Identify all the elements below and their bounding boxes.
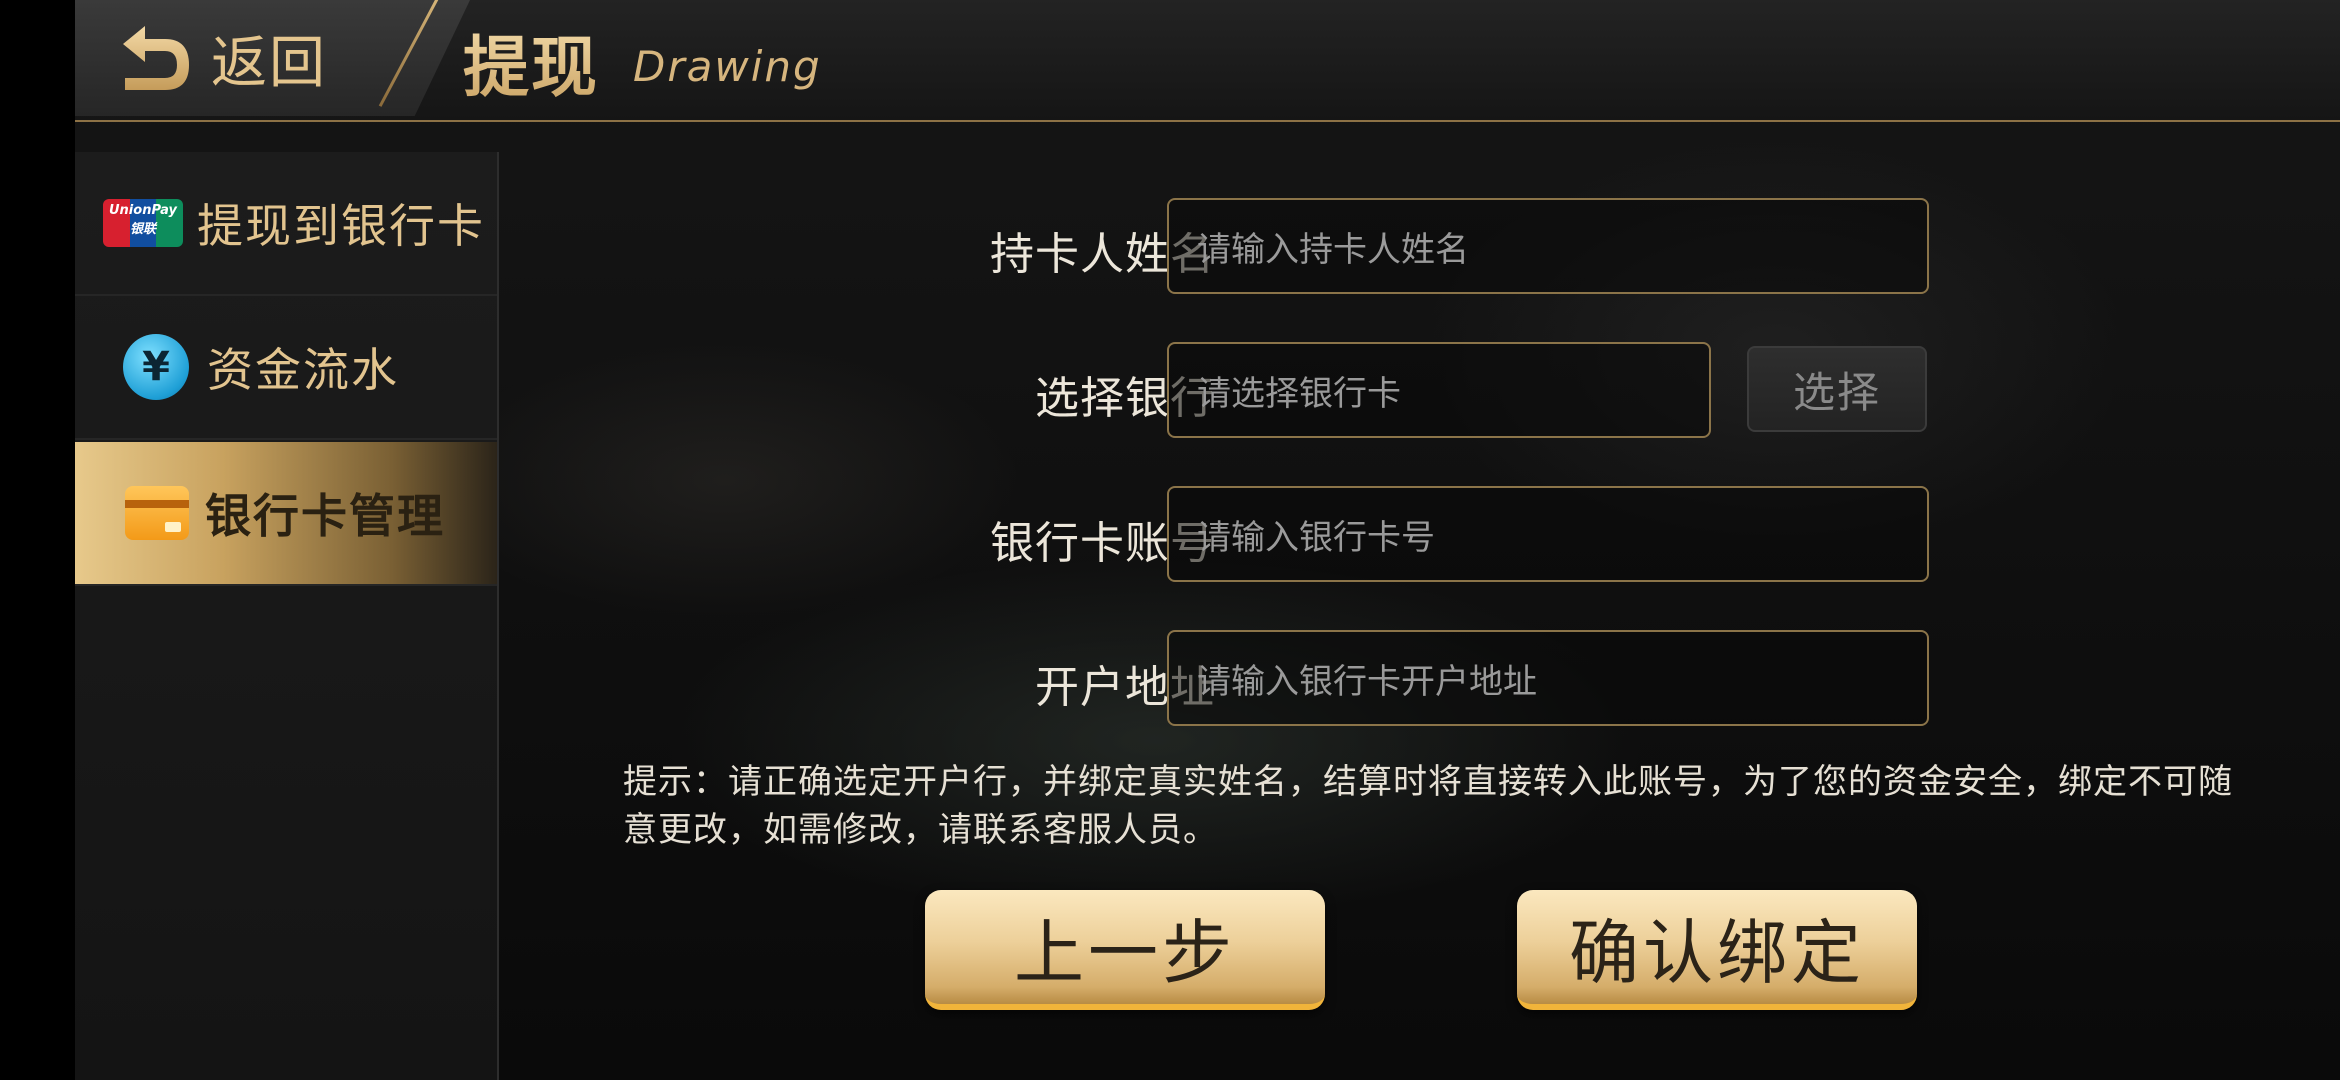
card-number-placeholder: 请输入银行卡号 <box>1197 517 1435 558</box>
page-subtitle: Drawing <box>633 42 822 91</box>
binding-tip: 提示：请正确选定开户行，并绑定真实姓名，结算时将直接转入此账号，为了您的资金安全… <box>623 762 2233 850</box>
select-bank-input[interactable]: 请选择银行卡 <box>1167 342 1711 438</box>
select-bank-placeholder: 请选择银行卡 <box>1197 373 1401 414</box>
yuan-icon: ¥ <box>123 334 189 400</box>
bank-address-input[interactable]: 请输入银行卡开户地址 <box>1167 630 1929 726</box>
sidebar-item-label: 资金流水 <box>207 343 399 397</box>
back-arrow-icon <box>123 26 189 90</box>
bank-address-placeholder: 请输入银行卡开户地址 <box>1197 661 1537 702</box>
card-number-input[interactable]: 请输入银行卡号 <box>1167 486 1929 582</box>
bank-card-icon <box>125 486 189 540</box>
unionpay-icon: UnionPay 银联 <box>103 199 183 247</box>
cardholder-name-input[interactable]: 请输入持卡人姓名 <box>1167 198 1929 294</box>
sidebar-item-label: 银行卡管理 <box>205 489 445 543</box>
sidebar-item-bank-card-management[interactable]: 银行卡管理 <box>75 442 497 586</box>
sidebar-item-label: 提现到银行卡 <box>197 199 485 253</box>
sidebar: UnionPay 银联 提现到银行卡 ¥ 资金流水 银行卡管理 <box>75 152 499 1080</box>
back-button[interactable]: 返回 <box>115 10 415 106</box>
header-bar: 返回 提现 Drawing <box>75 0 2340 122</box>
app-window: 返回 提现 Drawing UnionPay 银联 提现到银行卡 ¥ 资金流水 … <box>75 0 2340 1080</box>
back-label: 返回 <box>211 30 327 96</box>
choose-bank-button[interactable]: 选择 <box>1747 346 1927 432</box>
cardholder-name-placeholder: 请输入持卡人姓名 <box>1197 229 1469 270</box>
confirm-binding-button[interactable]: 确认绑定 <box>1517 890 1917 1010</box>
prev-step-button[interactable]: 上一步 <box>925 890 1325 1010</box>
page-title: 提现 <box>463 14 599 110</box>
sidebar-item-withdraw-to-bank[interactable]: UnionPay 银联 提现到银行卡 <box>75 152 497 296</box>
sidebar-item-fund-flow[interactable]: ¥ 资金流水 <box>75 296 497 440</box>
